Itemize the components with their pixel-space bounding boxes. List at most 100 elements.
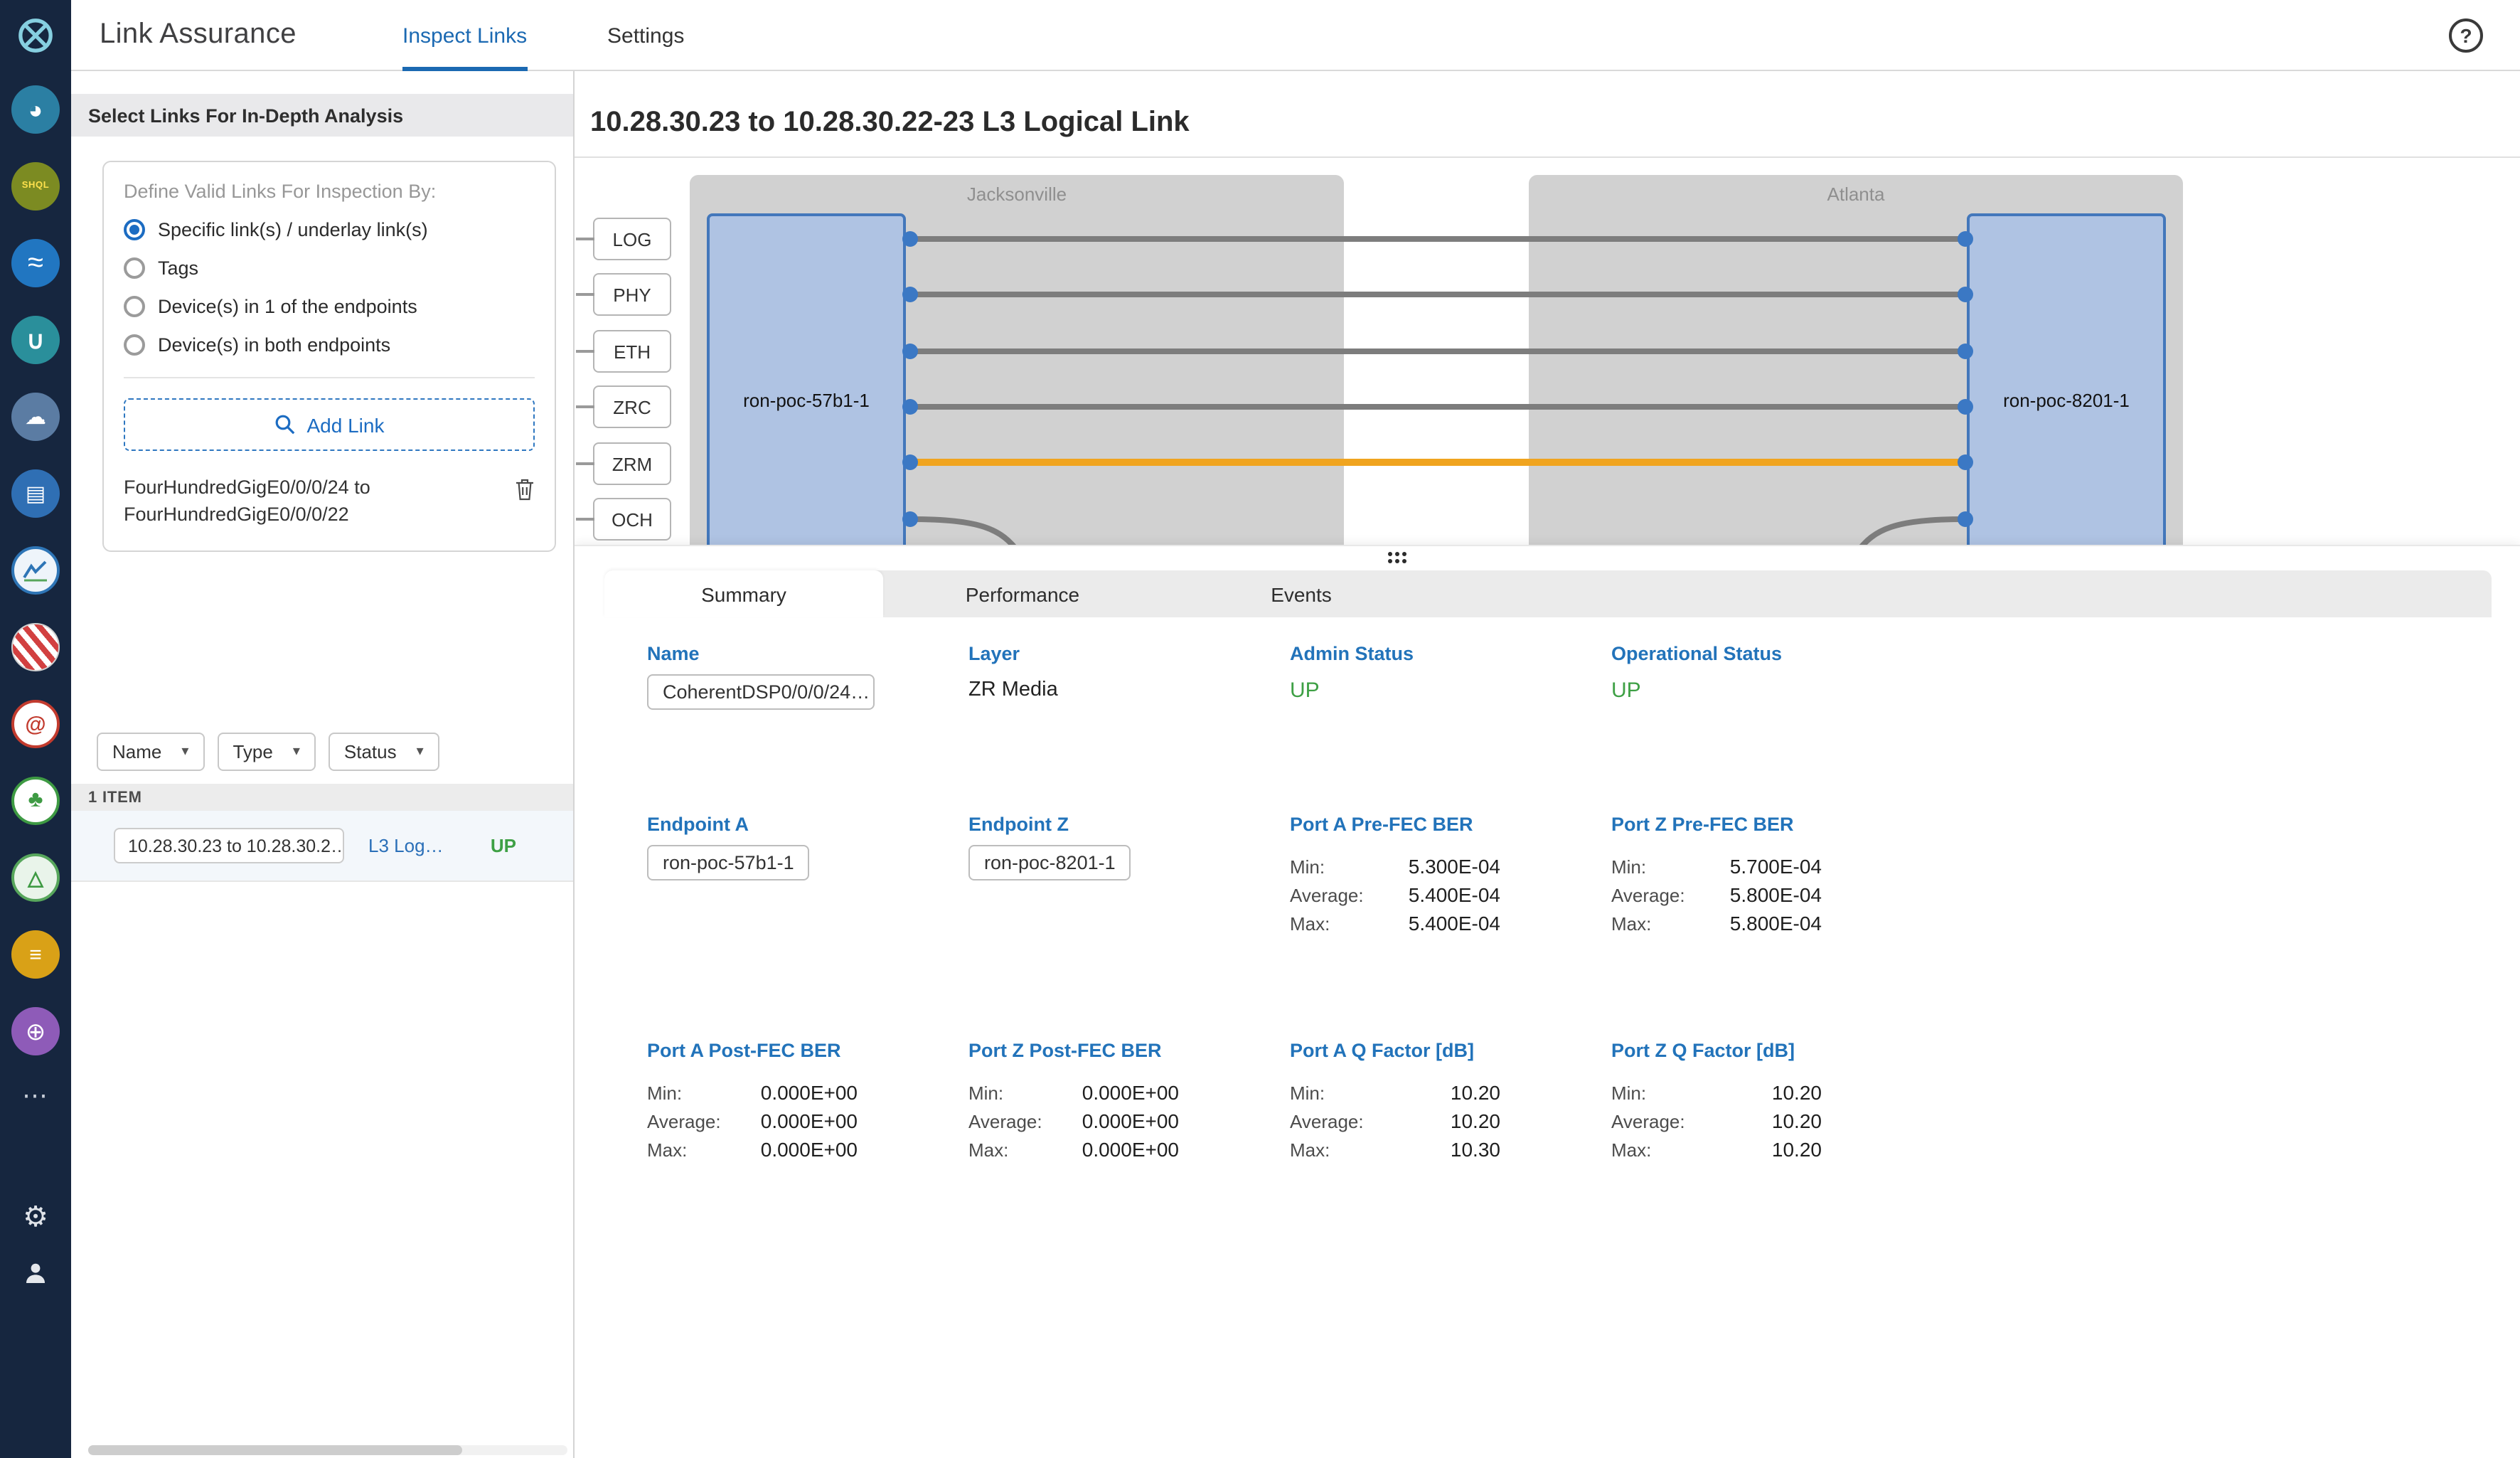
more-icon[interactable]: ⋯ [22,1081,49,1111]
summary-field-port-a-postfec: Port A Post-FEC BER Min:0.000E+00 Averag… [647,1040,968,1164]
cloud-icon-glyph: ☁ [25,406,46,427]
field-label: Operational Status [1611,643,1933,664]
layer-box-zrc[interactable]: ZRC [593,385,671,428]
chevron-down-icon: ▾ [417,744,424,760]
name-value-box[interactable]: CoherentDSP0/0/0/24… [647,674,875,710]
stripes-icon[interactable] [11,623,60,671]
tab-inspect-links[interactable]: Inspect Links [402,0,527,71]
panel-header: Select Links For In-Depth Analysis [71,94,573,137]
details-drawer: Summary Performance Events Name Coherent… [575,545,2520,1458]
shql-icon[interactable]: SHQL [11,162,60,211]
stat-label: Min: [1611,856,1646,877]
radio-label: Specific link(s) / underlay link(s) [158,219,428,240]
user-icon[interactable] [23,1260,48,1293]
database-icon-glyph: ≡ [29,944,42,965]
admin-status-value: UP [1290,679,1611,703]
stat-value: 5.800E-04 [1730,912,1822,935]
stat-label: Min: [968,1082,1003,1103]
stats-block: Min: 0.000E+00 Average: 0.000E+00 Max: 0.00… [968,1078,1179,1164]
layer-box-zrm[interactable]: ZRM [593,442,671,485]
stat-value: 0.000E+00 [1082,1138,1179,1161]
stat-label: Average: [968,1110,1042,1132]
filter-row: Name ▾ Type ▾ Status ▾ [97,733,439,771]
field-label: Endpoint Z [968,814,1290,835]
link-line-och-left[interactable] [910,519,1027,545]
summary-field-port-a-prefec: Port A Pre-FEC BER Min:5.300E-04 Average… [1290,814,1611,1040]
scrollbar-thumb[interactable] [88,1445,462,1455]
analytics-icon[interactable] [11,546,60,595]
layer-box-och[interactable]: OCH [593,498,671,541]
tab-summary[interactable]: Summary [604,570,883,617]
health-icon[interactable]: @ [11,700,60,748]
stat-label: Min: [1290,1082,1325,1103]
stat-value: 10.20 [1451,1081,1500,1104]
clover-icon[interactable]: ♣ [11,777,60,825]
field-label: Port A Post-FEC BER [647,1040,968,1061]
delete-link-button[interactable] [515,478,535,508]
radio-device-both-endpoints[interactable]: Device(s) in both endpoints [124,334,535,356]
stat-label: Max: [1611,912,1651,934]
stat-value: 0.000E+00 [761,1138,858,1161]
database-icon[interactable]: ≡ [11,930,60,979]
stat-value: 5.800E-04 [1730,883,1822,906]
stat-value: 5.400E-04 [1409,883,1500,906]
link-line-och-right[interactable] [1849,519,1965,545]
stat-label: Average: [1611,1110,1685,1132]
radio-specific-links[interactable]: Specific link(s) / underlay link(s) [124,219,535,240]
wave-icon[interactable]: ≈ [11,239,60,287]
radio-device-one-endpoint[interactable]: Device(s) in 1 of the endpoints [124,296,535,317]
cloud-icon[interactable]: ☁ [11,393,60,441]
stat-label: Max: [968,1139,1008,1160]
link-selection-panel: Select Links For In-Depth Analysis Defin… [71,71,575,1458]
operational-status-value: UP [1611,679,1933,703]
explore-icon[interactable]: ⊕ [11,1007,60,1055]
drawer-drag-handle-icon[interactable] [1388,552,1406,563]
summary-field-port-z-postfec: Port Z Post-FEC BER Min: 0.000E+00 Averag… [968,1040,1290,1164]
triangle-icon[interactable]: △ [11,853,60,902]
stat-value: 0.000E+00 [1082,1110,1179,1132]
layer-box-eth[interactable]: ETH [593,330,671,373]
link-name-chip[interactable]: 10.28.30.23 to 10.28.30.2… [114,828,344,863]
radio-button[interactable] [124,296,145,317]
stat-value: 10.20 [1772,1110,1822,1132]
field-label: Port Z Post-FEC BER [968,1040,1290,1061]
tab-settings[interactable]: Settings [607,0,684,71]
nav-icon-list: ◕ SHQL ≈ ∪ ☁ ▤ @ ♣ △ ≡ ⊕ [11,85,60,1055]
endpoint-dots[interactable] [902,231,1973,527]
gear-icon[interactable]: ⚙ [23,1199,48,1235]
stat-value: 0.000E+00 [1082,1081,1179,1104]
link-entry-text: FourHundredGigE0/0/0/24 to FourHundredGi… [124,474,482,528]
clover-icon-glyph: ♣ [28,789,43,812]
union-icon[interactable]: ∪ [11,316,60,364]
link-list-item[interactable]: 10.28.30.23 to 10.28.30.2… L3 Log… UP [71,811,573,882]
dashboard-icon[interactable]: ◕ [11,85,60,134]
summary-grid: Name CoherentDSP0/0/0/24… Layer ZR Media… [647,643,1933,1164]
tab-events[interactable]: Events [1162,570,1441,617]
layer-box-log[interactable]: LOG [593,218,671,260]
add-link-button[interactable]: Add Link [124,398,535,451]
shql-icon-glyph: SHQL [22,182,50,191]
summary-field-port-z-qfactor: Port Z Q Factor [dB] Min:10.20 Average:1… [1611,1040,1933,1164]
app-logo-icon[interactable] [0,0,71,71]
stat-value: 0.000E+00 [761,1110,858,1132]
endpoint-z-value-box[interactable]: ron-poc-8201-1 [968,845,1131,880]
layers-icon[interactable]: ▤ [11,469,60,518]
radio-tags[interactable]: Tags [124,257,535,279]
person-icon [23,1260,48,1286]
radio-button[interactable] [124,257,145,279]
radio-button[interactable] [124,334,145,356]
endpoint-a-value-box[interactable]: ron-poc-57b1-1 [647,845,810,880]
explore-icon-glyph: ⊕ [26,1019,46,1043]
summary-field-port-a-qfactor: Port A Q Factor [dB] Min:10.20 Average:1… [1290,1040,1611,1164]
radio-button-selected[interactable] [124,219,145,240]
horizontal-scrollbar[interactable] [88,1445,567,1455]
summary-field-endpoint-z: Endpoint Z ron-poc-8201-1 [968,814,1290,1040]
sidebar-bottom: ⚙ [23,1199,48,1293]
filter-type-dropdown[interactable]: Type ▾ [217,733,315,771]
filter-status-dropdown[interactable]: Status ▾ [329,733,439,771]
tab-performance[interactable]: Performance [883,570,1162,617]
filter-name-dropdown[interactable]: Name ▾ [97,733,204,771]
layer-box-phy[interactable]: PHY [593,273,671,316]
chevron-down-icon: ▾ [181,744,188,760]
help-icon[interactable]: ? [2449,18,2483,53]
